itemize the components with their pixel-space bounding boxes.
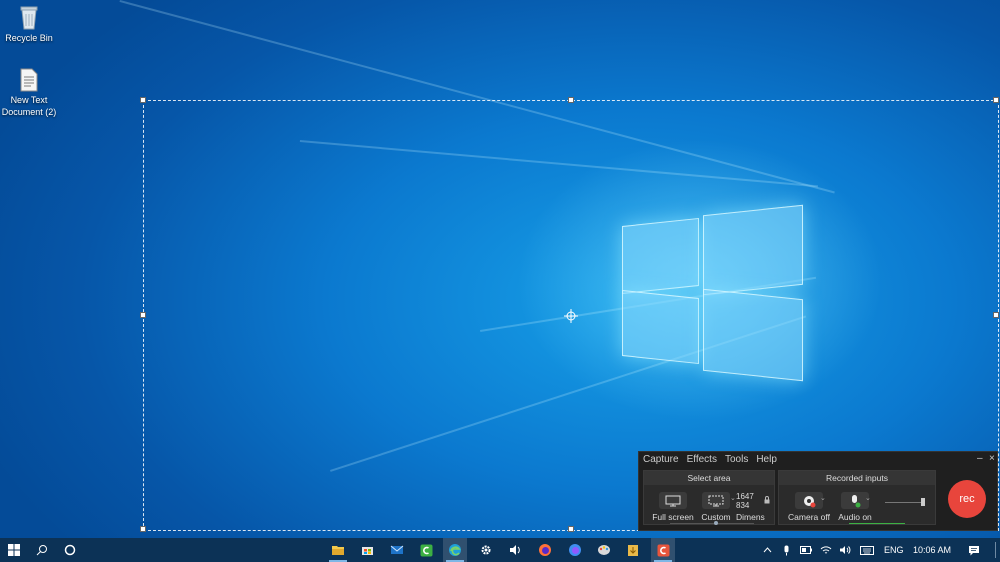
tray-microphone[interactable]	[777, 538, 795, 562]
desktop-icon-label: Recycle Bin	[5, 33, 53, 43]
camera-dropdown-chevron-icon[interactable]: ⌄	[820, 494, 826, 502]
menu-effects[interactable]: Effects	[687, 454, 717, 465]
cortana-button[interactable]	[58, 538, 82, 562]
search-icon	[36, 545, 47, 556]
resize-handle-bottom-left[interactable]	[140, 526, 146, 532]
taskbar-edge[interactable]	[443, 538, 467, 562]
notification-icon	[969, 545, 979, 555]
desktop-icon-label: New Text Document (2)	[1, 95, 57, 117]
battery-icon	[800, 546, 812, 554]
chevron-up-icon	[763, 547, 771, 553]
resize-handle-top-right[interactable]	[993, 97, 999, 103]
dimensions-label: Dimens	[736, 512, 765, 522]
close-button[interactable]: ×	[989, 453, 995, 464]
tray-volume[interactable]	[836, 538, 854, 562]
select-area-panel: Select area Full screen Custom ⌄ 1647 83…	[643, 470, 775, 525]
resize-handle-left[interactable]	[140, 312, 146, 318]
volume-slider-track	[885, 502, 925, 503]
area-slider-dot[interactable]	[714, 521, 718, 525]
full-screen-button[interactable]: Full screen	[650, 492, 696, 522]
tray-battery[interactable]	[797, 538, 815, 562]
lock-icon[interactable]	[764, 496, 770, 504]
camera-label: Camera off	[788, 512, 830, 522]
settings-icon	[481, 545, 491, 555]
show-hidden-icons-button[interactable]	[758, 538, 776, 562]
taskbar-volume-app[interactable]	[503, 538, 527, 562]
input-language[interactable]: ENG	[884, 538, 904, 562]
microphone-tray-icon	[784, 545, 788, 555]
start-button[interactable]	[2, 538, 26, 562]
recorded-inputs-title: Recorded inputs	[779, 471, 935, 485]
select-area-title: Select area	[644, 471, 774, 485]
store-icon	[361, 547, 373, 555]
taskbar-firefox[interactable]	[533, 538, 557, 562]
minimize-button[interactable]: –	[977, 453, 983, 464]
camera-off-icon	[804, 495, 816, 507]
dashed-monitor-icon	[708, 495, 724, 506]
audio-dropdown-chevron-icon[interactable]: ⌄	[865, 494, 871, 502]
text-file-icon	[20, 68, 38, 92]
taskbar-camtasia[interactable]	[414, 538, 438, 562]
custom-dropdown-chevron-icon[interactable]: ⌄	[730, 494, 736, 502]
camera-toggle-button[interactable]: Camera off	[783, 492, 835, 522]
menu-tools[interactable]: Tools	[725, 454, 748, 465]
desktop-icon-new-text-document[interactable]: New Text Document (2)	[0, 68, 64, 118]
windows-start-icon	[8, 544, 20, 556]
resize-handle-top[interactable]	[568, 97, 574, 103]
snagit-icon	[657, 544, 669, 556]
taskbar-store[interactable]	[355, 538, 379, 562]
custom-area-button-bg	[702, 492, 730, 509]
firefox-dev-icon	[569, 544, 581, 556]
recorded-inputs-panel: Recorded inputs Camera off ⌄ Audio on ⌄	[778, 470, 936, 525]
taskbar-firefox-dev[interactable]	[563, 538, 587, 562]
wifi-icon	[820, 546, 832, 554]
firefox-icon	[539, 544, 551, 556]
paint-icon	[598, 545, 610, 555]
mail-icon	[390, 545, 404, 554]
camera-toggle-button-bg	[795, 492, 823, 509]
taskbar-install[interactable]	[621, 538, 645, 562]
edge-icon	[449, 544, 461, 556]
monitor-icon	[665, 495, 681, 506]
full-screen-button-bg	[659, 492, 687, 509]
taskbar: ENG 10:06 AM	[0, 538, 1000, 562]
area-slider-track	[670, 523, 754, 524]
menu-help[interactable]: Help	[756, 454, 777, 465]
install-icon	[628, 544, 638, 556]
tray-touch-keyboard[interactable]	[857, 538, 877, 562]
taskbar-settings[interactable]	[474, 538, 498, 562]
taskbar-snagit[interactable]	[651, 538, 675, 562]
move-crosshair-icon[interactable]	[564, 309, 578, 323]
audio-label: Audio on	[838, 512, 872, 522]
keyboard-icon	[860, 545, 874, 555]
audio-level-meter	[849, 523, 905, 524]
recorder-menu-bar: Capture Effects Tools Help	[643, 454, 777, 465]
recycle-bin-icon	[20, 6, 38, 30]
file-explorer-icon	[332, 546, 344, 555]
volume-slider-thumb[interactable]	[921, 498, 925, 506]
action-center-button[interactable]	[963, 538, 985, 562]
resize-handle-right[interactable]	[993, 312, 999, 318]
tray-network[interactable]	[817, 538, 835, 562]
resize-handle-top-left[interactable]	[140, 97, 146, 103]
full-screen-label: Full screen	[652, 512, 694, 522]
search-button[interactable]	[30, 538, 54, 562]
taskbar-mail[interactable]	[385, 538, 409, 562]
volume-app-icon	[509, 545, 520, 555]
camtasia-icon	[420, 544, 432, 556]
camtasia-recorder-panel: Capture Effects Tools Help – × Select ar…	[638, 451, 998, 531]
speaker-icon	[840, 546, 851, 554]
taskbar-file-explorer[interactable]	[326, 538, 350, 562]
record-button[interactable]: rec	[948, 480, 986, 518]
show-desktop-button[interactable]	[995, 542, 996, 558]
microphone-icon	[852, 494, 861, 507]
menu-capture[interactable]: Capture	[643, 454, 679, 465]
cortana-icon	[64, 544, 76, 556]
resize-handle-bottom[interactable]	[568, 526, 574, 532]
desktop-icon-recycle-bin[interactable]: Recycle Bin	[0, 4, 64, 44]
taskbar-paint[interactable]	[592, 538, 616, 562]
clock[interactable]: 10:06 AM	[913, 538, 951, 562]
